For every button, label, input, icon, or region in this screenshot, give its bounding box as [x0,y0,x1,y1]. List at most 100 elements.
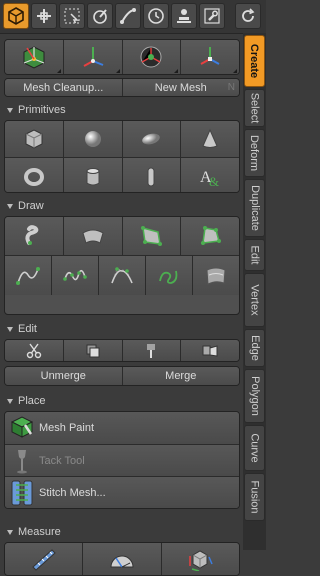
protractor-button[interactable] [83,543,162,575]
group-locator-button[interactable] [122,40,182,74]
text-button[interactable]: A & [181,158,239,192]
tab-polygon-label: Polygon [248,376,261,416]
tab-edge[interactable]: Edge [244,329,265,367]
ruler-icon [31,549,56,571]
tab-edit-label: Edit [248,245,261,265]
ruler-button[interactable] [5,543,84,575]
unmerge-button[interactable]: Unmerge [5,367,123,385]
freehand-curve-icon [159,270,178,284]
tab-create[interactable]: Create [244,35,265,87]
edit-title: Edit [18,323,37,335]
dimensions-button[interactable] [161,543,239,575]
curve-fill-icon [206,267,226,285]
tab-deform-label: Deform [248,134,261,172]
brush-paint-icon[interactable] [87,3,113,29]
mesh-paint-icon [9,414,35,442]
wrench-icon[interactable] [199,3,225,29]
merge-button[interactable]: Merge [122,367,239,385]
edit-header[interactable]: Edit [4,322,240,336]
capsule-button[interactable] [122,121,182,157]
cone-button[interactable] [181,121,239,157]
mesh-paint-label: Mesh Paint [39,422,95,434]
spline-curve-button[interactable] [52,256,99,295]
place-group: Mesh Paint Tack Tool Stitch Mesh... [4,411,240,509]
tab-deform[interactable]: Deform [244,129,265,177]
select-region-icon[interactable] [59,3,85,29]
cube-button[interactable] [5,121,64,157]
tube-primitive-icon [147,167,155,186]
tack-tool-icon [9,447,35,475]
measure-group [4,542,240,576]
curve-fill-button[interactable] [193,256,239,295]
measure-title: Measure [18,526,61,538]
transform-item-icon [200,47,220,65]
tab-curve[interactable]: Curve [244,425,265,471]
primitives-header[interactable]: Primitives [4,103,240,117]
cylinder-button[interactable] [63,158,123,192]
locator-icon [83,47,103,67]
protractor-icon [110,555,134,568]
new-mesh-button[interactable]: New Mesh N [122,79,239,96]
bspline-curve-button[interactable] [99,256,146,295]
mesh-ops-group: Mesh Cleanup... New Mesh N [4,78,240,97]
paste-tool-button[interactable] [181,340,239,361]
sketch-extrude-button[interactable] [63,217,123,255]
clock-icon[interactable] [143,3,169,29]
move-all-icon[interactable] [31,3,57,29]
primitives-group: A & [4,120,240,193]
draw-group [4,216,240,315]
bezier-curve-button[interactable] [5,256,52,295]
transform-item-button[interactable] [181,40,239,74]
copy-icon [86,344,100,357]
draw-title: Draw [18,200,44,212]
merge-label: Merge [165,370,197,382]
refresh-icon[interactable] [235,3,261,29]
tab-edit[interactable]: Edit [244,239,265,271]
new-mesh-label: New Mesh [154,81,207,94]
unmerge-label: Unmerge [40,370,86,382]
tab-curve-label: Curve [248,433,261,463]
cut-button[interactable] [5,340,64,361]
tube-path-icon[interactable] [115,3,141,29]
freehand-curve-button[interactable] [146,256,193,295]
tube-primitive-button[interactable] [122,158,182,192]
measure-header[interactable]: Measure [4,525,240,539]
mesh-item-button[interactable] [5,40,64,74]
side-tabs: Create Select Deform Duplicate Edit Vert… [243,33,266,550]
tab-fusion[interactable]: Fusion [244,473,265,521]
tab-duplicate[interactable]: Duplicate [244,179,265,237]
pen-tool-button[interactable] [122,217,182,255]
merge-group: Unmerge Merge [4,366,240,386]
tab-select[interactable]: Select [244,89,265,127]
tab-vertex[interactable]: Vertex [244,273,265,327]
draw-header[interactable]: Draw [4,199,240,213]
cone-icon [202,128,218,148]
tab-polygon[interactable]: Polygon [244,369,265,423]
tab-create-label: Create [248,43,261,79]
polygon-pen-icon [201,226,222,245]
torus-icon [23,167,44,186]
paste-button[interactable] [122,340,182,361]
paste-tool-icon [202,344,218,357]
place-header[interactable]: Place [4,394,240,408]
mesh-cleanup-button[interactable]: Mesh Cleanup... [5,79,123,96]
user-stamp-icon[interactable] [171,3,197,29]
tack-tool-button[interactable]: Tack Tool [5,444,239,476]
sphere-button[interactable] [63,121,123,157]
copy-button[interactable] [63,340,123,361]
tube-tool-button[interactable] [5,217,64,255]
torus-button[interactable] [5,158,64,192]
locator-button[interactable] [63,40,123,74]
collapse-triangle-icon [7,107,13,113]
stitch-mesh-button[interactable]: Stitch Mesh... [5,476,239,508]
primitives-title: Primitives [18,104,66,116]
place-title: Place [18,395,46,407]
mesh-cube-icon[interactable] [3,3,29,29]
pen-tool-icon [141,226,163,246]
collapse-triangle-icon [7,398,13,404]
polygon-pen-button[interactable] [181,217,239,255]
mesh-paint-button[interactable]: Mesh Paint [5,412,239,444]
scissors-icon [26,343,42,358]
bezier-curve-icon [16,266,40,285]
sphere-icon [84,131,101,147]
